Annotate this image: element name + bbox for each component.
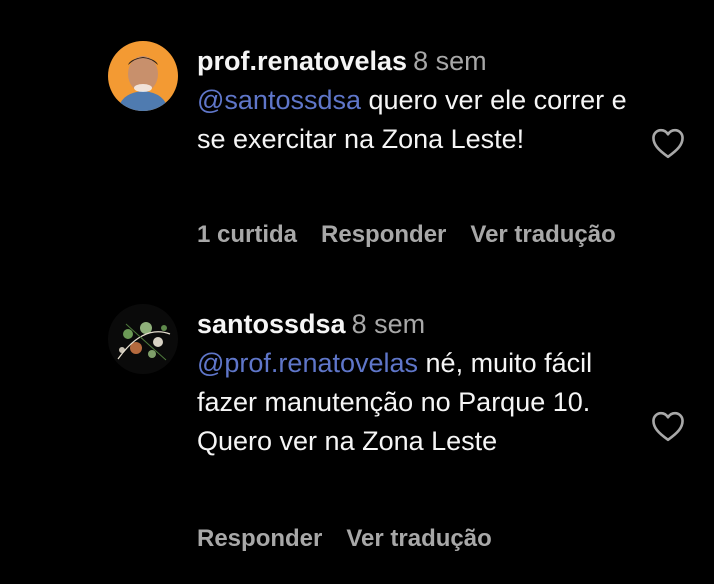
reply-button[interactable]: Responder	[197, 525, 322, 552]
translate-button[interactable]: Ver tradução	[346, 525, 491, 552]
mention-link[interactable]: @santossdsa	[197, 85, 361, 115]
timestamp[interactable]: 8 sem	[413, 46, 487, 76]
like-button[interactable]	[650, 410, 686, 442]
comment-actions: 1 curtida Responder Ver tradução	[197, 221, 616, 249]
username[interactable]: santossdsa	[197, 309, 346, 339]
comment-item: santossdsa 8 sem @prof.renatovelas né, mu…	[0, 280, 714, 584]
comment-text: @santossdsa quero ver ele correr e se ex…	[197, 81, 637, 159]
comment-actions: Responder Ver tradução	[197, 525, 492, 553]
comment-header: prof.renatovelas 8 sem	[197, 41, 637, 81]
avatar[interactable]	[108, 304, 178, 374]
comment-item: prof.renatovelas 8 sem @santossdsa quero …	[0, 0, 714, 280]
timestamp[interactable]: 8 sem	[352, 309, 426, 339]
likes-count[interactable]: 1 curtida	[197, 221, 297, 248]
heart-outline-icon	[652, 411, 684, 442]
comment-header: santossdsa 8 sem	[197, 304, 637, 344]
like-button[interactable]	[650, 127, 686, 159]
comment-body: prof.renatovelas 8 sem @santossdsa quero …	[197, 41, 637, 159]
username[interactable]: prof.renatovelas	[197, 46, 407, 76]
comment-body: santossdsa 8 sem @prof.renatovelas né, mu…	[197, 304, 637, 461]
comment-text: @prof.renatovelas né, muito fácil fazer …	[197, 344, 637, 461]
heart-outline-icon	[652, 128, 684, 159]
reply-button[interactable]: Responder	[321, 221, 446, 248]
translate-button[interactable]: Ver tradução	[470, 221, 615, 248]
mention-link[interactable]: @prof.renatovelas	[197, 348, 418, 378]
avatar[interactable]	[108, 41, 178, 111]
